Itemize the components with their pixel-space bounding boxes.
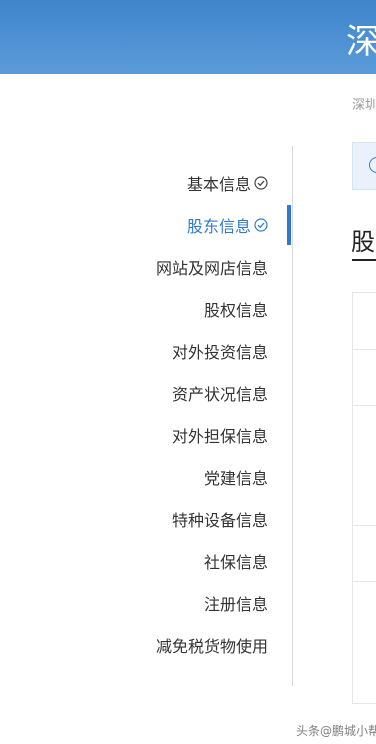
- top-header-bar: 深: [0, 0, 376, 74]
- sidebar-item-social-security[interactable]: 社保信息: [204, 540, 268, 582]
- sidebar-item-label: 党建信息: [203, 469, 268, 488]
- sidebar-item-label: 股东信息: [186, 217, 251, 236]
- section-title: 股: [351, 228, 375, 256]
- sidebar-item-guarantee[interactable]: 对外担保信息: [172, 414, 268, 456]
- sidebar-item-label: 股权信息: [203, 301, 268, 320]
- table-row-divider: [353, 581, 376, 582]
- sidebar-item-party[interactable]: 党建信息: [204, 456, 268, 498]
- sidebar-item-website[interactable]: 网站及网店信息: [156, 246, 268, 288]
- sidebar-item-basic-info[interactable]: 基本信息: [187, 162, 268, 204]
- sidebar-item-shareholders[interactable]: 股东信息: [187, 204, 268, 246]
- sidebar-item-label: 社保信息: [203, 553, 268, 572]
- sidebar-item-investment[interactable]: 对外投资信息: [172, 330, 268, 372]
- table-row-divider: [353, 349, 376, 350]
- active-indicator: [287, 205, 291, 245]
- check-circle-icon: [254, 176, 268, 190]
- sidebar-item-label: 资产状况信息: [171, 385, 268, 404]
- table-row-divider: [353, 405, 376, 406]
- watermark: 头条@鹏城小帮手: [296, 724, 376, 738]
- sidebar-item-label: 基本信息: [186, 175, 251, 194]
- sidebar-item-label: 减免税货物使用: [155, 637, 268, 656]
- sidebar-item-tax-exempt-goods[interactable]: 减免税货物使用: [156, 624, 268, 666]
- sidebar-item-label: 特种设备信息: [171, 511, 268, 530]
- sidebar-item-special-equipment[interactable]: 特种设备信息: [172, 498, 268, 540]
- sidebar-divider: [292, 146, 293, 686]
- header-title: 深: [346, 22, 376, 62]
- sidebar-item-label: 对外投资信息: [171, 343, 268, 362]
- shareholder-table: [352, 292, 376, 704]
- sidebar-item-label: 注册信息: [203, 595, 268, 614]
- sidebar-item-registration[interactable]: 注册信息: [204, 582, 268, 624]
- section-title-underline: [352, 259, 376, 261]
- sidebar-item-equity[interactable]: 股权信息: [204, 288, 268, 330]
- sidebar-item-assets[interactable]: 资产状况信息: [172, 372, 268, 414]
- sidebar-item-label: 对外担保信息: [171, 427, 268, 446]
- info-icon: [369, 157, 376, 173]
- info-notice-box: [352, 142, 376, 190]
- check-circle-icon: [254, 218, 268, 232]
- breadcrumb[interactable]: 深圳: [352, 94, 376, 113]
- sidebar-item-label: 网站及网店信息: [155, 259, 268, 278]
- table-row-divider: [353, 525, 376, 526]
